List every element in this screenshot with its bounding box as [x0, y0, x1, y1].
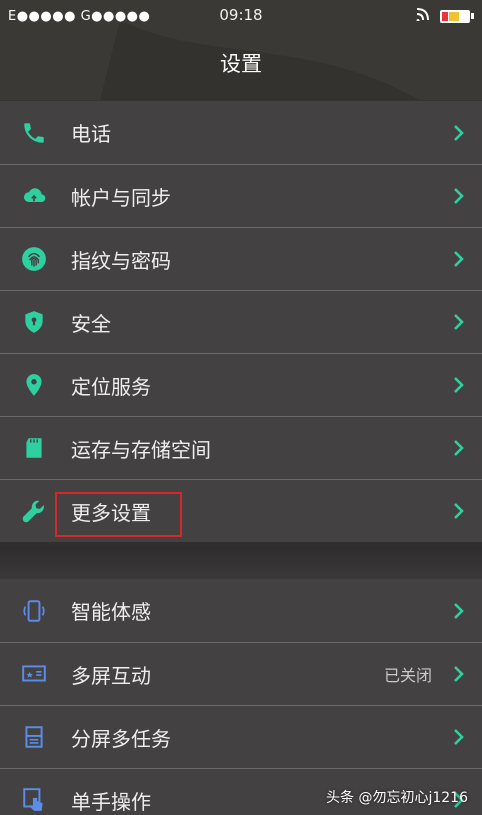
settings-item-fingerprint-password[interactable]: 指纹与密码	[0, 227, 482, 290]
chevron-right-icon	[452, 438, 466, 458]
fingerprint-icon	[19, 244, 49, 274]
chevron-right-icon	[452, 501, 466, 521]
settings-item-smart-motion[interactable]: 智能体感	[0, 579, 482, 642]
chevron-right-icon	[452, 186, 466, 206]
settings-item-split-screen[interactable]: 分屏多任务	[0, 705, 482, 768]
settings-item-label: 定位服务	[71, 374, 151, 399]
chevron-right-icon	[452, 664, 466, 684]
settings-item-label: 指纹与密码	[71, 248, 171, 273]
status-text: 已关闭	[383, 666, 432, 685]
chevron-right-icon	[452, 312, 466, 332]
chevron-right-icon	[452, 123, 466, 143]
chevron-right-icon	[452, 727, 466, 747]
battery-icon	[440, 9, 470, 23]
carrier-signal: E●●●●● G●●●●●	[8, 9, 150, 24]
settings-item-security[interactable]: 安全	[0, 290, 482, 353]
settings-item-label: 运存与存储空间	[71, 437, 211, 462]
settings-item-location[interactable]: 定位服务	[0, 353, 482, 416]
highlight-annotation-box	[55, 492, 182, 537]
status-bar: E●●●●● G●●●●●	[0, 0, 482, 32]
wifi-icon	[416, 7, 434, 25]
settings-item-label: 智能体感	[71, 600, 151, 624]
wrench-icon	[19, 496, 49, 526]
settings-item-memory-storage[interactable]: 运存与存储空间	[0, 416, 482, 479]
settings-item-phone[interactable]: 电话	[0, 101, 482, 164]
settings-item-multi-screen[interactable]: 多屏互动 已关闭	[0, 642, 482, 705]
cloud-sync-icon	[19, 181, 49, 211]
chevron-right-icon	[452, 249, 466, 269]
location-pin-icon	[19, 370, 49, 400]
chevron-right-icon	[452, 601, 466, 621]
settings-item-label: 安全	[71, 311, 111, 336]
screen-cast-icon	[19, 659, 49, 689]
status-icons	[416, 7, 474, 25]
sd-card-icon	[19, 433, 49, 463]
group-separator	[0, 547, 482, 579]
phone-gesture-icon	[19, 596, 49, 626]
split-screen-icon	[19, 722, 49, 752]
settings-item-label: 电话	[71, 122, 111, 146]
page-title: 设置	[220, 52, 262, 76]
chevron-right-icon	[452, 375, 466, 395]
settings-screen: E●●●●● G●●●●● 09:18 设置 电话 帐户与同步 指纹与密码 安全…	[0, 0, 482, 815]
one-hand-icon	[19, 785, 49, 815]
watermark-text: 头条 @勿忘初心j1216	[326, 790, 468, 806]
settings-item-label: 多屏互动	[71, 663, 151, 688]
settings-item-accounts-sync[interactable]: 帐户与同步	[0, 164, 482, 227]
shield-icon	[19, 307, 49, 337]
settings-group-secondary: 智能体感 多屏互动 已关闭 分屏多任务 单手操作	[0, 579, 482, 815]
settings-group-primary: 电话 帐户与同步 指纹与密码 安全 定位服务 运存与存储空间 更多设置	[0, 101, 482, 542]
battery-tip	[471, 13, 474, 19]
carrier-text: E●●●●● G●●●●●	[8, 8, 151, 24]
phone-icon	[19, 118, 49, 148]
settings-item-label: 分屏多任务	[71, 726, 171, 751]
settings-item-label: 帐户与同步	[71, 185, 171, 210]
